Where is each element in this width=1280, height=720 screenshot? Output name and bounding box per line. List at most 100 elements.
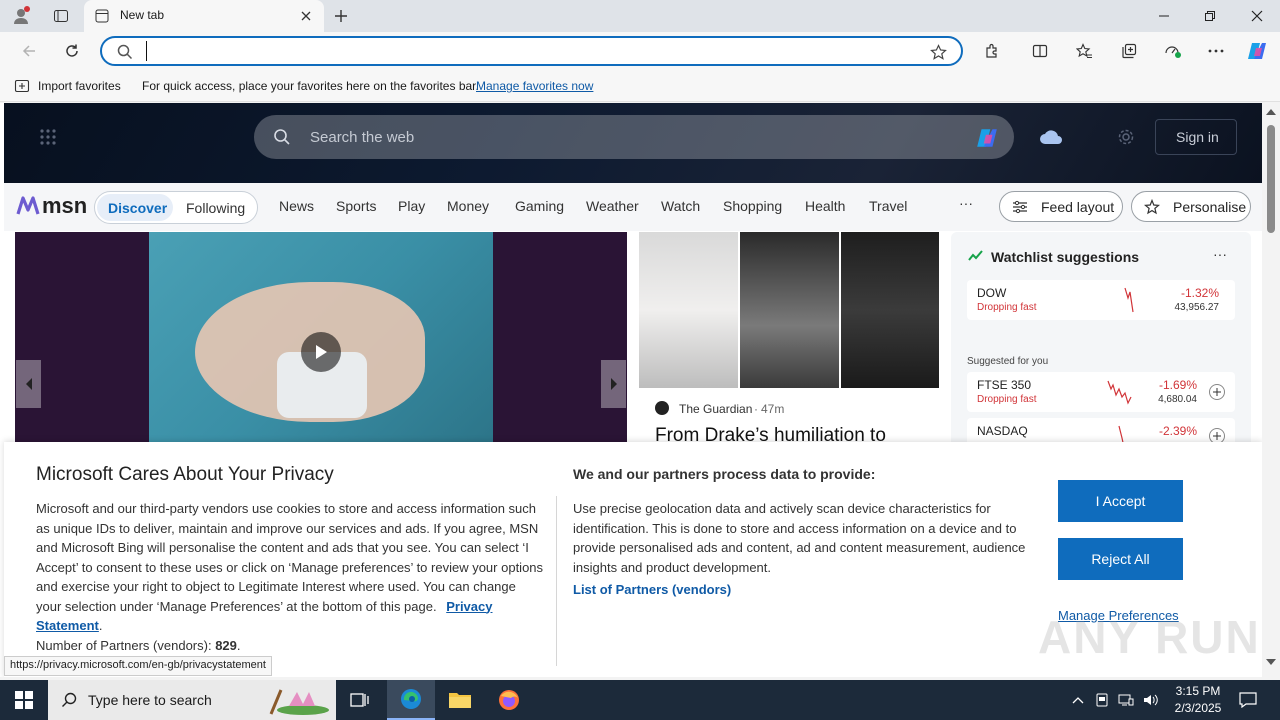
scroll-down-icon[interactable] [1266,659,1276,665]
add-watchlist-icon[interactable] [1209,384,1225,400]
address-bar[interactable] [100,36,963,66]
nav-money[interactable]: Money [447,198,489,214]
sign-in-button[interactable]: Sign in [1155,119,1237,155]
list-of-partners-link[interactable]: List of Partners (vendors) [573,582,731,597]
nav-gaming[interactable]: Gaming [515,198,564,214]
copilot-search-icon[interactable] [974,125,1000,151]
copilot-icon[interactable] [1244,38,1270,64]
taskbar: Type here to search 3:15 PM 2/3/2025 [0,680,1280,720]
nav-sports[interactable]: Sports [336,198,376,214]
nav-watch[interactable]: Watch [661,198,700,214]
refresh-icon[interactable] [59,38,85,64]
source-logo-icon [655,401,669,415]
partners-label: Number of Partners (vendors): [36,637,212,653]
restore-icon[interactable] [1196,4,1224,28]
feed-layout-button[interactable]: Feed layout [999,191,1123,222]
web-search-placeholder: Search the web [310,129,415,146]
play-icon[interactable] [301,332,341,372]
article-source: The Guardian [679,402,753,416]
tray-chevron-icon[interactable] [1068,680,1088,720]
notifications-icon[interactable] [1232,680,1264,720]
carousel-next-icon[interactable] [601,360,626,408]
split-screen-icon[interactable] [1027,38,1053,64]
tab-discover[interactable]: Discover [97,194,173,221]
search-icon [116,43,134,61]
close-window-icon[interactable] [1243,4,1271,28]
article-image-2 [740,232,839,388]
title-bar: New tab [0,0,1280,32]
apps-grid-icon[interactable] [36,125,60,149]
watchlist-more[interactable]: ··· [1213,246,1227,262]
stock-row-dow[interactable]: DOW Dropping fast -1.32% 43,956.27 [967,280,1235,320]
taskbar-search[interactable]: Type here to search [48,680,336,720]
extensions-icon[interactable] [979,38,1005,64]
close-tab-icon[interactable] [298,8,314,24]
collections-icon[interactable] [1116,38,1142,64]
nav-weather[interactable]: Weather [586,198,639,214]
status-url: https://privacy.microsoft.com/en-gb/priv… [4,656,272,676]
import-favorites-button[interactable]: Import favorites [38,79,121,93]
tab-following[interactable]: Following [186,200,245,216]
nav-news[interactable]: News [279,198,314,214]
privacy-consent-banner: Microsoft Cares About Your Privacy Micro… [4,442,1262,677]
firefox-icon[interactable] [485,680,533,720]
tab-new-tab[interactable]: New tab [84,0,324,32]
new-tab-plus-icon[interactable] [330,5,352,27]
nav-health[interactable]: Health [805,198,845,214]
nav-play[interactable]: Play [398,198,425,214]
accept-button[interactable]: I Accept [1058,480,1183,522]
hero-banner: Search the web Sign in [4,103,1262,183]
reject-all-button[interactable]: Reject All [1058,538,1183,580]
stock-value: 4,680.04 [1158,394,1197,405]
scroll-up-icon[interactable] [1266,109,1276,115]
task-view-icon[interactable] [344,680,376,720]
msn-nav-bar: msn Discover Following News Sports Play … [4,183,1262,231]
browser-toolbar [0,32,1280,70]
processing-title: We and our partners process data to prov… [573,466,876,482]
file-explorer-icon[interactable] [436,680,484,720]
manage-favorites-link[interactable]: Manage favorites now [476,79,593,93]
personalise-icon [1144,199,1160,215]
tray-device-icon[interactable] [1092,680,1112,720]
sign-in-label: Sign in [1176,129,1219,145]
more-menu-icon[interactable] [1203,38,1229,64]
minimize-icon[interactable] [1150,4,1178,28]
stock-row-ftse[interactable]: FTSE 350 Dropping fast -1.69% 4,680.04 [967,372,1235,412]
profile-icon[interactable] [8,4,34,28]
carousel-prev-icon[interactable] [16,360,41,408]
taskbar-date[interactable]: 2/3/2025 [1170,701,1226,715]
favorites-icon[interactable] [1071,38,1097,64]
privacy-body: Microsoft and our third-party vendors us… [36,499,544,655]
taskbar-search-icon [60,691,78,709]
nav-shopping[interactable]: Shopping [723,198,782,214]
volume-icon[interactable] [1140,680,1162,720]
tab-discover-label: Discover [108,200,168,216]
weather-cloud-icon[interactable] [1036,125,1066,149]
windows-start-icon[interactable] [0,680,48,720]
article-card[interactable]: The Guardian · 47m From Drake’s humiliat… [639,232,939,452]
address-input[interactable] [146,41,906,61]
favorite-star-icon[interactable] [928,42,948,62]
tab-actions-icon[interactable] [48,4,74,28]
msn-logo-text: msn [42,193,88,218]
network-icon[interactable] [1116,680,1136,720]
import-favorites-icon[interactable] [14,78,30,94]
msn-logo-icon[interactable] [16,193,40,219]
page-scrollbar[interactable] [1262,103,1280,677]
personalise-button[interactable]: Personalise [1131,191,1251,222]
performance-icon[interactable] [1160,38,1186,64]
watchlist-card: Watchlist suggestions ··· DOW Dropping f… [951,232,1251,452]
edge-taskbar-icon[interactable] [387,680,435,720]
nav-travel[interactable]: Travel [869,198,907,214]
featured-video-card[interactable] [15,232,627,452]
settings-gear-icon[interactable] [1114,125,1138,149]
stock-change: -1.69% [1158,378,1197,392]
web-search-box[interactable]: Search the web [254,115,1014,159]
back-icon[interactable] [16,38,42,64]
stock-status: Dropping fast [977,394,1037,405]
article-image-3 [841,232,939,388]
taskbar-time[interactable]: 3:15 PM [1172,684,1224,698]
nav-more[interactable]: ··· [959,195,973,211]
scrollbar-thumb[interactable] [1267,125,1275,233]
anyrun-watermark: ANY RUN [1038,611,1261,663]
